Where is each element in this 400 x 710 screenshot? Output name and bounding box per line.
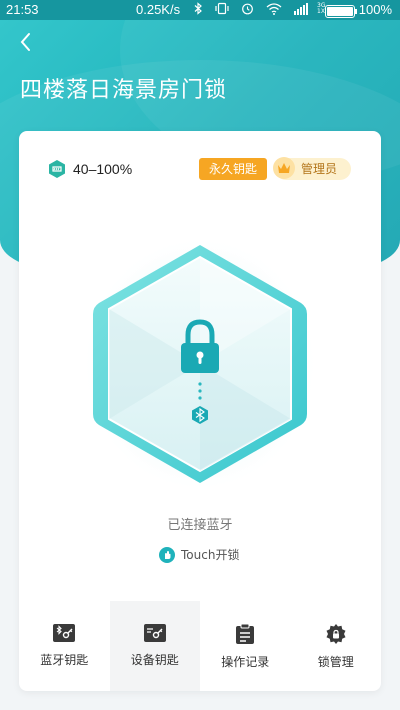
battery-icon	[325, 5, 357, 18]
bluetooth-key-icon	[53, 624, 76, 642]
nav-label: 锁管理	[317, 655, 354, 669]
chevron-left-icon	[20, 33, 30, 51]
gear-lock-icon	[326, 624, 346, 644]
nav-operation-log[interactable]: 操作记录	[200, 601, 291, 691]
nav-label: 设备钥匙	[130, 653, 179, 667]
lock-card: 40–100% 永久钥匙 管理员 已连接蓝牙 Touch开锁 蓝牙钥匙 设备钥匙…	[19, 131, 381, 691]
battery-info: 40–100%	[47, 159, 132, 179]
device-key-icon	[143, 624, 166, 642]
battery-range: 40–100%	[73, 161, 133, 177]
signal-icon	[294, 2, 308, 15]
page-title: 四楼落日海景房门锁	[20, 78, 228, 103]
nav-device-key[interactable]: 设备钥匙	[109, 601, 200, 691]
battery-percent: 100%	[358, 2, 392, 17]
nav-label: 蓝牙钥匙	[40, 653, 89, 667]
alarm-icon	[242, 3, 253, 15]
clipboard-icon	[236, 623, 255, 644]
key-type-badge: 永久钥匙	[199, 158, 268, 180]
bluetooth-status-icon	[194, 2, 202, 15]
role-badge-label: 管理员	[301, 162, 338, 176]
battery-level-icon	[49, 160, 65, 178]
status-icons: 3G 1X	[194, 2, 325, 15]
nav-label: 操作记录	[221, 655, 270, 669]
crown-icon	[273, 157, 295, 179]
status-bar: 21:53 0.25K/s 3G 1X 100%	[0, 0, 400, 20]
back-button[interactable]	[14, 30, 38, 54]
status-time: 21:53	[6, 2, 39, 17]
bottom-nav: 蓝牙钥匙 设备钥匙 操作记录 锁管理	[19, 601, 381, 691]
connection-status: 已连接蓝牙	[167, 518, 233, 533]
unlock-hexagon-button[interactable]	[87, 239, 313, 489]
connection-dots	[198, 382, 202, 400]
network-speed: 0.25K/s	[136, 2, 181, 17]
hand-touch-icon	[159, 546, 175, 563]
vibrate-icon	[215, 2, 229, 15]
nav-lock-management[interactable]: 锁管理	[291, 601, 382, 691]
role-badge: 管理员	[273, 157, 351, 180]
touch-unlock-label: Touch开锁	[181, 548, 240, 562]
nav-bluetooth-key[interactable]: 蓝牙钥匙	[19, 601, 110, 691]
wifi-icon	[266, 2, 282, 15]
touch-unlock-button[interactable]: Touch开锁	[159, 546, 239, 563]
